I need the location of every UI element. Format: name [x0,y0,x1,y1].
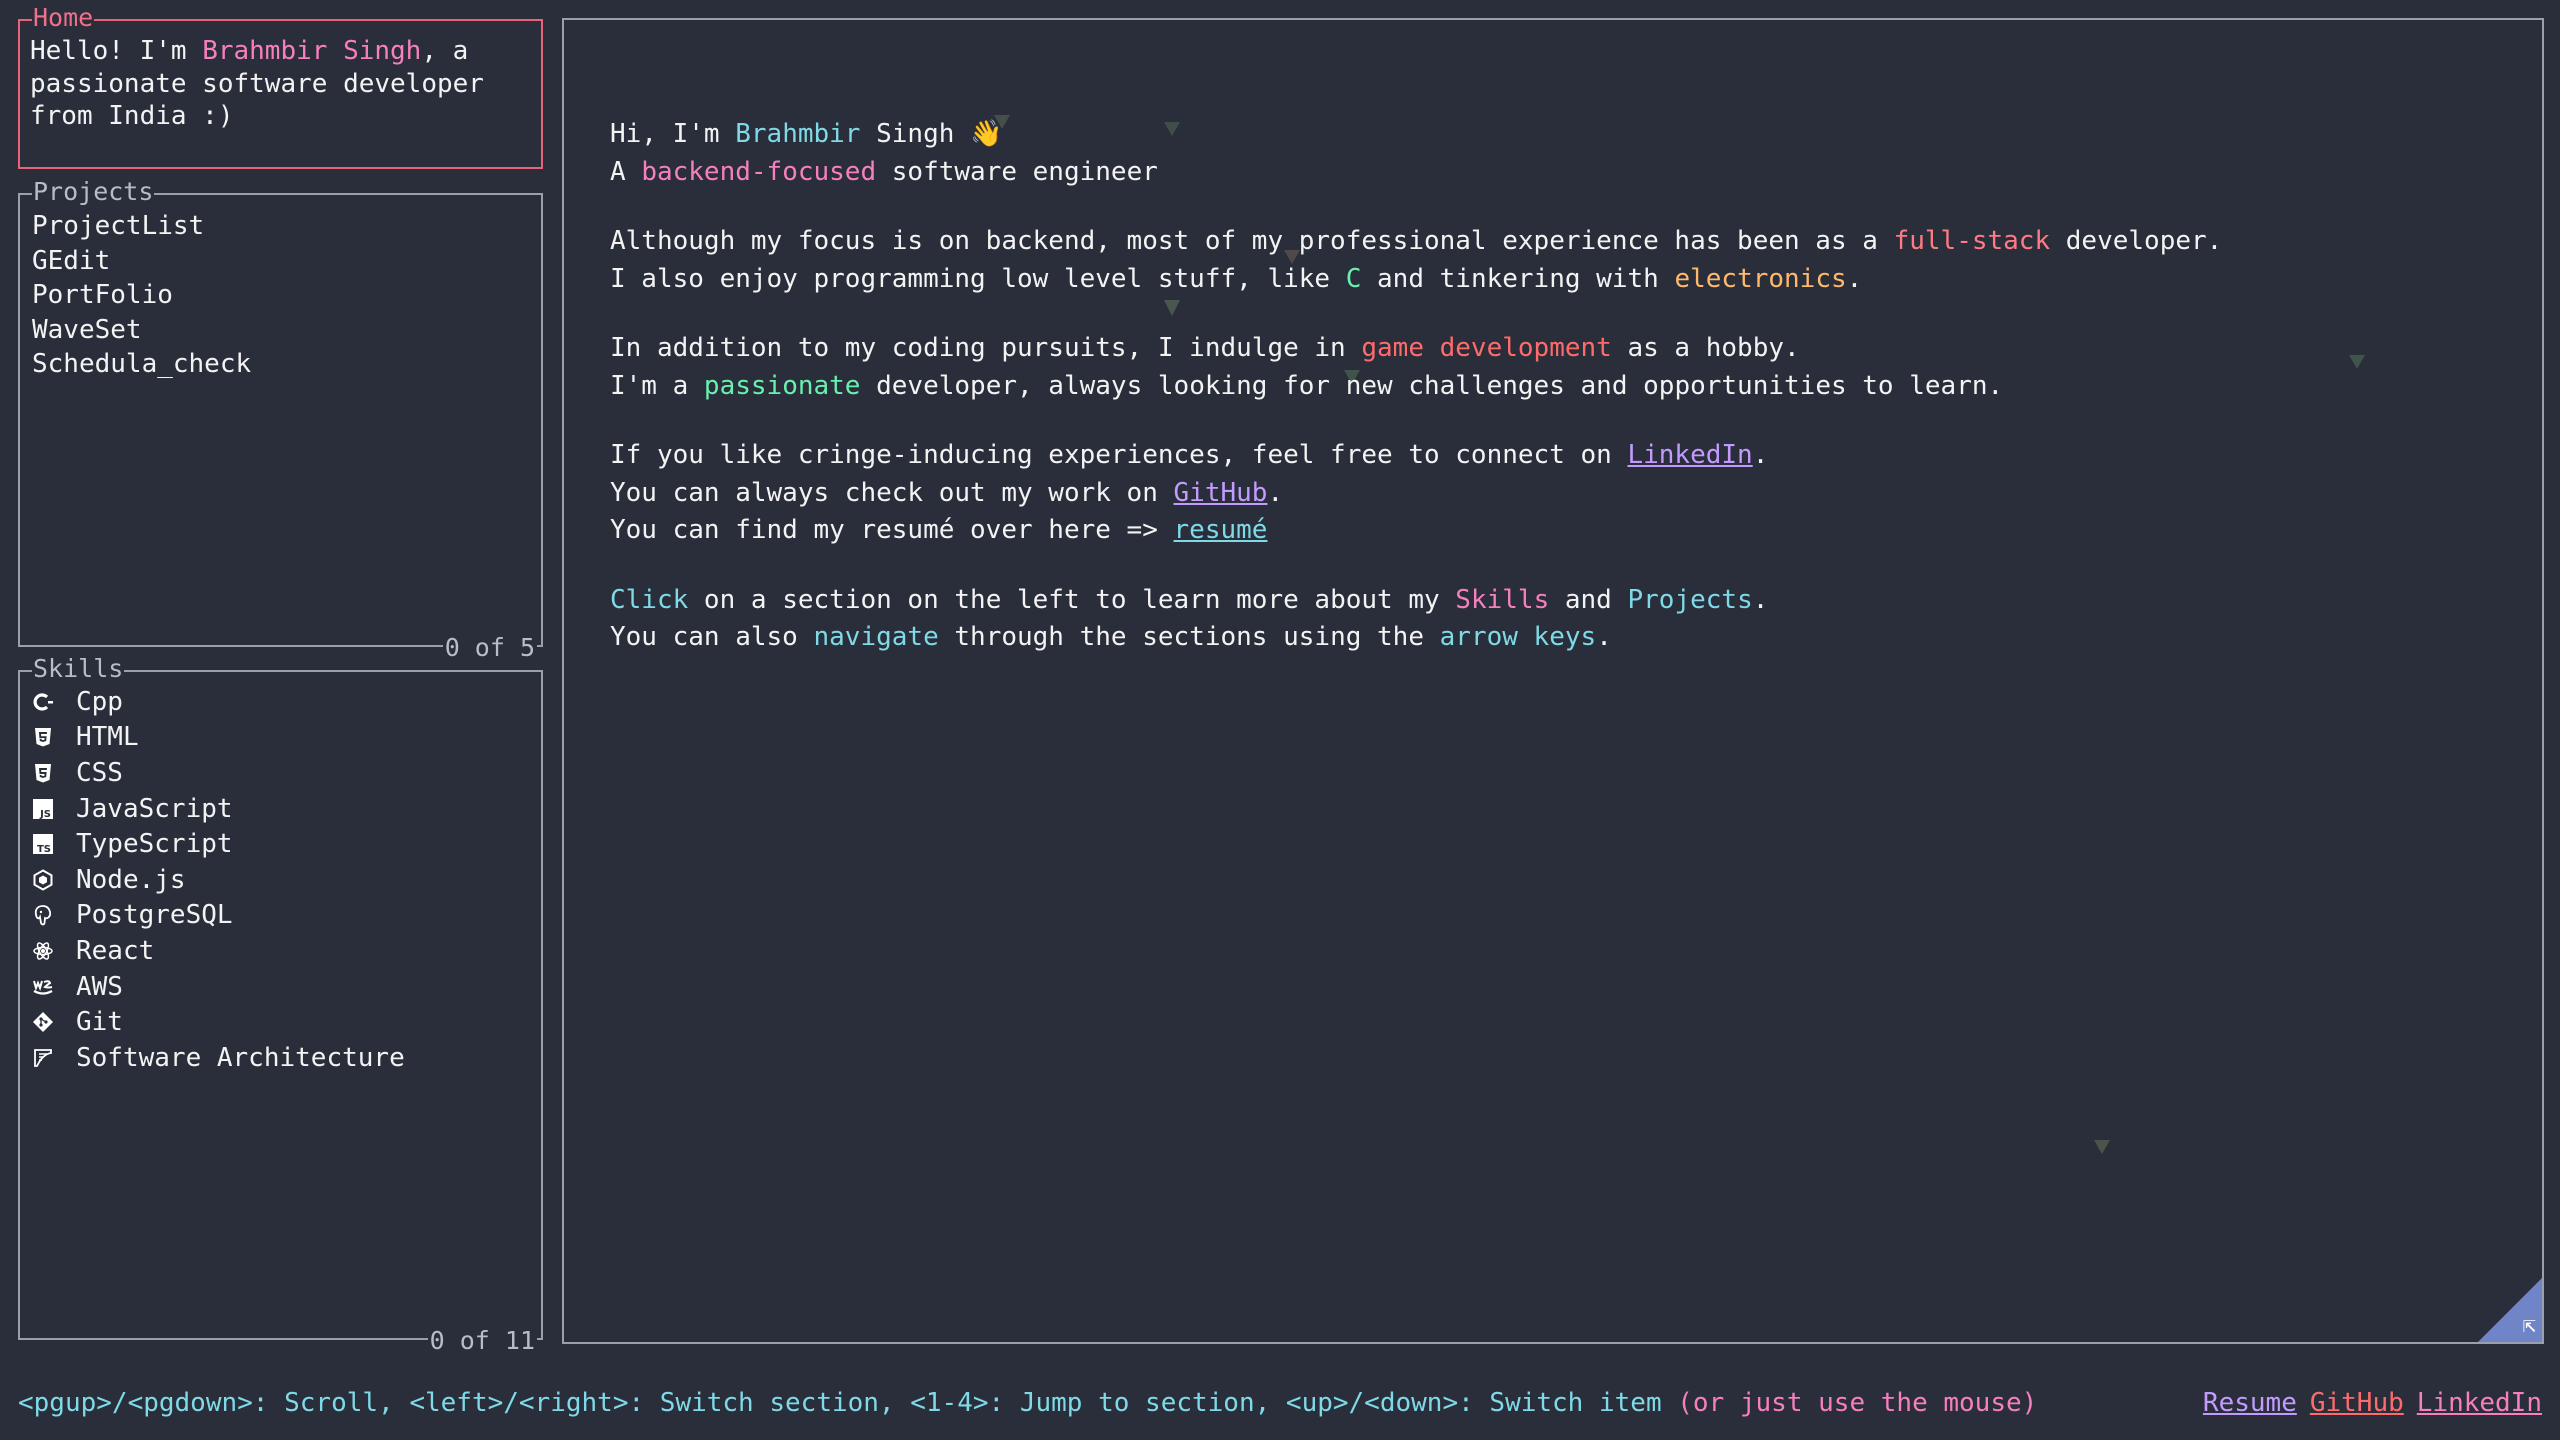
skill-item[interactable]: Cpp [32,684,405,720]
passion-line: I'm a passionate developer, always looki… [610,370,2004,401]
experience-line: Although my focus is on backend, most of… [610,226,2223,256]
project-item[interactable]: PortFolio [32,278,251,313]
project-item[interactable]: Schedula_check [32,347,251,382]
cpp-icon [32,691,54,713]
nodejs-icon [32,869,54,891]
skill-item[interactable]: HTML [32,720,405,756]
projects-section-title: Projects [32,177,155,206]
skill-item[interactable]: Git [32,1004,405,1040]
skills-section-title: Skills [32,654,125,683]
git-icon [32,1011,54,1033]
greeting-line: Hi, I'm Brahmbir Singh 👋 [610,119,1003,149]
skills-list: Cpp HTML CSS JS JavaScript TS TypeScript… [32,684,405,1076]
skill-item[interactable]: PostgreSQL [32,898,405,934]
projects-section[interactable]: Projects ProjectList GEdit PortFolio Wav… [18,178,543,662]
wave-emoji-icon: 👋 [970,119,1003,149]
typescript-icon: TS [32,833,54,855]
css3-icon [32,762,54,784]
skill-label: React [76,935,155,966]
project-item[interactable]: ProjectList [32,209,251,244]
skill-label: Cpp [76,686,123,717]
skill-item[interactable]: JS JavaScript [32,791,405,827]
footer-linkedin-link[interactable]: LinkedIn [2417,1388,2542,1418]
navigation-line: You can also navigate through the sectio… [610,622,1612,652]
main-content-panel[interactable]: Hi, I'm Brahmbir Singh 👋 A backend-focus… [562,18,2544,1344]
skill-label: Software Architecture [76,1042,405,1073]
instructions-line: Click on a section on the left to learn … [610,584,1769,615]
home-section-title: Home [32,3,95,32]
architecture-icon [32,1047,54,1069]
resize-arrow-icon: ⇱ [2522,1313,2536,1338]
skill-label: CSS [76,757,123,788]
projects-list: ProjectList GEdit PortFolio WaveSet Sche… [32,209,251,382]
mouse-hint: (or just use the mouse) [1677,1388,2038,1418]
resume-line: You can find my resumé over here => resu… [610,515,1268,545]
projects-counter: 0 of 5 [442,633,537,662]
home-intro-name: Brahmbir Singh [202,36,422,66]
background-particle [2094,1140,2110,1154]
hobby-line: In addition to my coding pursuits, I ind… [610,333,1800,363]
skill-label: Git [76,1007,123,1038]
low-level-line: I also enjoy programming low level stuff… [610,263,1863,294]
resume-link[interactable]: resumé [1174,515,1268,545]
skill-label: JavaScript [76,793,233,824]
footer-resume-link[interactable]: Resume [2203,1388,2297,1418]
skill-label: HTML [76,722,139,753]
skill-item[interactable]: TS TypeScript [32,826,405,862]
skill-label: Node.js [76,864,186,895]
footer-links: Resume GitHub LinkedIn [2190,1388,2542,1418]
home-section[interactable]: Home Hello! I'm Brahmbir Singh, a passio… [18,4,543,169]
linkedin-link[interactable]: LinkedIn [1627,440,1752,470]
skill-item[interactable]: Node.js [32,862,405,898]
project-item[interactable]: WaveSet [32,313,251,348]
skill-item[interactable]: CSS [32,755,405,791]
skill-item[interactable]: Software Architecture [32,1040,405,1076]
project-item[interactable]: GEdit [32,244,251,279]
skill-item[interactable]: React [32,933,405,969]
github-line: You can always check out my work on GitH… [610,477,1284,508]
tagline: A backend-focused software engineer [610,156,1158,187]
svg-text:TS: TS [37,844,51,855]
skill-label: TypeScript [76,829,233,860]
skill-label: AWS [76,971,123,1002]
about-me-text: Hi, I'm Brahmbir Singh 👋 A backend-focus… [610,116,2490,689]
postgresql-icon [32,904,54,926]
skill-label: PostgreSQL [76,900,233,931]
linkedin-line: If you like cringe-inducing experiences,… [610,440,1769,470]
react-icon [32,940,54,962]
javascript-icon: JS [32,798,54,820]
skills-counter: 0 of 11 [427,1326,537,1355]
footer-github-link[interactable]: GitHub [2310,1388,2404,1418]
skill-item[interactable]: AWS [32,969,405,1005]
svg-text:JS: JS [39,809,51,820]
keyboard-help: <pgup>/<pgdown>: Scroll, <left>/<right>:… [18,1388,2038,1418]
home-intro-text: Hello! I'm Brahmbir Singh, a passionate … [30,36,484,131]
aws-icon [32,976,54,998]
html5-icon [32,726,54,748]
github-link[interactable]: GitHub [1174,478,1268,508]
skills-section[interactable]: Skills Cpp HTML CSS JS JavaScript TS Typ… [18,655,543,1355]
